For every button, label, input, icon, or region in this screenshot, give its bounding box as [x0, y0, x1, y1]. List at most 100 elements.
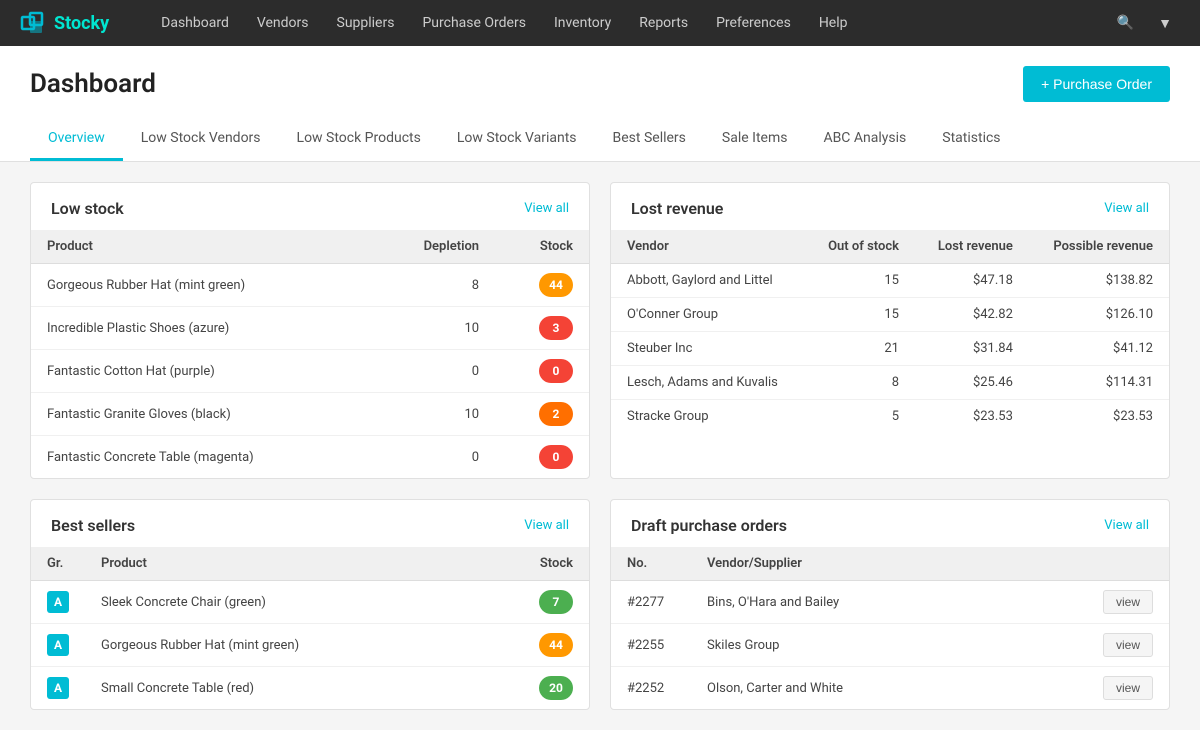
th-lost-revenue: Lost revenue — [915, 230, 1029, 264]
lr-vendor: Abbott, Gaylord and Littel — [611, 264, 806, 298]
draft-orders-table: No. Vendor/Supplier #2277 Bins, O'Hara a… — [611, 547, 1169, 709]
best-sellers-table: Gr. Product Stock A Sleek Concrete Chair… — [31, 547, 589, 709]
stock-badge: 3 — [539, 316, 573, 340]
stock-badge: 0 — [539, 359, 573, 383]
best-sellers-table-header: Gr. Product Stock — [31, 547, 589, 581]
draft-order-row: #2255 Skiles Group view — [611, 624, 1169, 667]
order-action: view — [1087, 667, 1169, 710]
lr-possible-revenue: $126.10 — [1029, 298, 1169, 332]
tab-abc-analysis[interactable]: ABC Analysis — [805, 118, 924, 161]
tab-low-stock-products[interactable]: Low Stock Products — [279, 118, 439, 161]
th-possible-revenue: Possible revenue — [1029, 230, 1169, 264]
purchase-order-button[interactable]: + Purchase Order — [1023, 66, 1170, 102]
lr-possible-revenue: $23.53 — [1029, 400, 1169, 434]
lr-possible-revenue: $41.12 — [1029, 332, 1169, 366]
best-sellers-header: Best sellers View all — [31, 500, 589, 547]
tab-low-stock-variants[interactable]: Low Stock Variants — [439, 118, 595, 161]
nav-vendors[interactable]: Vendors — [245, 0, 321, 46]
bs-grade: A — [31, 624, 85, 667]
th-bs-product: Product — [85, 547, 477, 581]
nav-preferences[interactable]: Preferences — [704, 0, 803, 46]
lr-vendor: Stracke Group — [611, 400, 806, 434]
th-out-of-stock: Out of stock — [806, 230, 915, 264]
dropdown-icon[interactable]: ▼ — [1150, 0, 1180, 46]
th-action — [1087, 547, 1169, 581]
draft-orders-view-all[interactable]: View all — [1104, 518, 1149, 533]
lr-possible-revenue: $114.31 — [1029, 366, 1169, 400]
lr-lost-revenue: $42.82 — [915, 298, 1029, 332]
lr-lost-revenue: $47.18 — [915, 264, 1029, 298]
tab-sale-items[interactable]: Sale Items — [704, 118, 806, 161]
nav-purchase-orders[interactable]: Purchase Orders — [410, 0, 537, 46]
draft-orders-title: Draft purchase orders — [631, 516, 787, 535]
stock-badge: 44 — [539, 633, 573, 657]
tabs-bar: Overview Low Stock Vendors Low Stock Pro… — [30, 118, 1170, 161]
nav-links: Dashboard Vendors Suppliers Purchase Ord… — [149, 0, 1109, 46]
low-stock-view-all[interactable]: View all — [524, 201, 569, 216]
best-sellers-row: A Gorgeous Rubber Hat (mint green) 44 — [31, 624, 589, 667]
lost-revenue-row: Stracke Group 5 $23.53 $23.53 — [611, 400, 1169, 434]
best-sellers-row: A Small Concrete Table (red) 20 — [31, 667, 589, 710]
lost-revenue-table-header: Vendor Out of stock Lost revenue Possibl… — [611, 230, 1169, 264]
nav-help[interactable]: Help — [807, 0, 860, 46]
low-stock-card: Low stock View all Product Depletion Sto… — [30, 182, 590, 479]
brand-name: Stocky — [54, 13, 109, 34]
view-order-button[interactable]: view — [1103, 590, 1153, 614]
best-sellers-row: A Sleek Concrete Chair (green) 7 — [31, 581, 589, 624]
page-header: Dashboard + Purchase Order Overview Low … — [0, 46, 1200, 162]
nav-right: 🔍 ▼ — [1109, 0, 1180, 46]
lr-out-of-stock: 15 — [806, 264, 915, 298]
low-stock-depletion: 0 — [371, 350, 496, 393]
view-order-button[interactable]: view — [1103, 633, 1153, 657]
lr-out-of-stock: 8 — [806, 366, 915, 400]
lr-lost-revenue: $31.84 — [915, 332, 1029, 366]
lost-revenue-row: Lesch, Adams and Kuvalis 8 $25.46 $114.3… — [611, 366, 1169, 400]
low-stock-stock: 3 — [495, 307, 589, 350]
tab-statistics[interactable]: Statistics — [924, 118, 1018, 161]
nav-inventory[interactable]: Inventory — [542, 0, 623, 46]
th-depletion: Depletion — [371, 230, 496, 264]
lr-out-of-stock: 21 — [806, 332, 915, 366]
grade-badge: A — [47, 634, 69, 656]
draft-orders-table-header: No. Vendor/Supplier — [611, 547, 1169, 581]
stock-badge: 44 — [539, 273, 573, 297]
brand: Stocky — [20, 9, 109, 37]
main-content: Low stock View all Product Depletion Sto… — [0, 162, 1200, 730]
nav-suppliers[interactable]: Suppliers — [325, 0, 407, 46]
search-icon[interactable]: 🔍 — [1109, 0, 1142, 46]
view-order-button[interactable]: view — [1103, 676, 1153, 700]
navbar: Stocky Dashboard Vendors Suppliers Purch… — [0, 0, 1200, 46]
stock-badge: 0 — [539, 445, 573, 469]
lost-revenue-title: Lost revenue — [631, 199, 723, 218]
nav-reports[interactable]: Reports — [627, 0, 700, 46]
lr-out-of-stock: 5 — [806, 400, 915, 434]
draft-order-row: #2252 Olson, Carter and White view — [611, 667, 1169, 710]
low-stock-header: Low stock View all — [31, 183, 589, 230]
bs-product: Gorgeous Rubber Hat (mint green) — [85, 624, 477, 667]
th-vendor: Vendor — [611, 230, 806, 264]
order-no: #2277 — [611, 581, 691, 624]
low-stock-product: Fantastic Concrete Table (magenta) — [31, 436, 371, 479]
order-action: view — [1087, 581, 1169, 624]
page-title: Dashboard — [30, 69, 156, 99]
lr-vendor: Lesch, Adams and Kuvalis — [611, 366, 806, 400]
lost-revenue-view-all[interactable]: View all — [1104, 201, 1149, 216]
low-stock-table-header: Product Depletion Stock — [31, 230, 589, 264]
tab-overview[interactable]: Overview — [30, 118, 123, 161]
best-sellers-view-all[interactable]: View all — [524, 518, 569, 533]
low-stock-row: Incredible Plastic Shoes (azure) 10 3 — [31, 307, 589, 350]
best-sellers-card: Best sellers View all Gr. Product Stock … — [30, 499, 590, 710]
low-stock-row: Fantastic Cotton Hat (purple) 0 0 — [31, 350, 589, 393]
lr-lost-revenue: $23.53 — [915, 400, 1029, 434]
tab-low-stock-vendors[interactable]: Low Stock Vendors — [123, 118, 279, 161]
order-vendor: Olson, Carter and White — [691, 667, 1087, 710]
nav-dashboard[interactable]: Dashboard — [149, 0, 241, 46]
low-stock-row: Gorgeous Rubber Hat (mint green) 8 44 — [31, 264, 589, 307]
lr-out-of-stock: 15 — [806, 298, 915, 332]
bs-stock: 44 — [477, 624, 589, 667]
low-stock-stock: 44 — [495, 264, 589, 307]
low-stock-depletion: 0 — [371, 436, 496, 479]
order-vendor: Skiles Group — [691, 624, 1087, 667]
tab-best-sellers[interactable]: Best Sellers — [595, 118, 704, 161]
low-stock-stock: 0 — [495, 350, 589, 393]
